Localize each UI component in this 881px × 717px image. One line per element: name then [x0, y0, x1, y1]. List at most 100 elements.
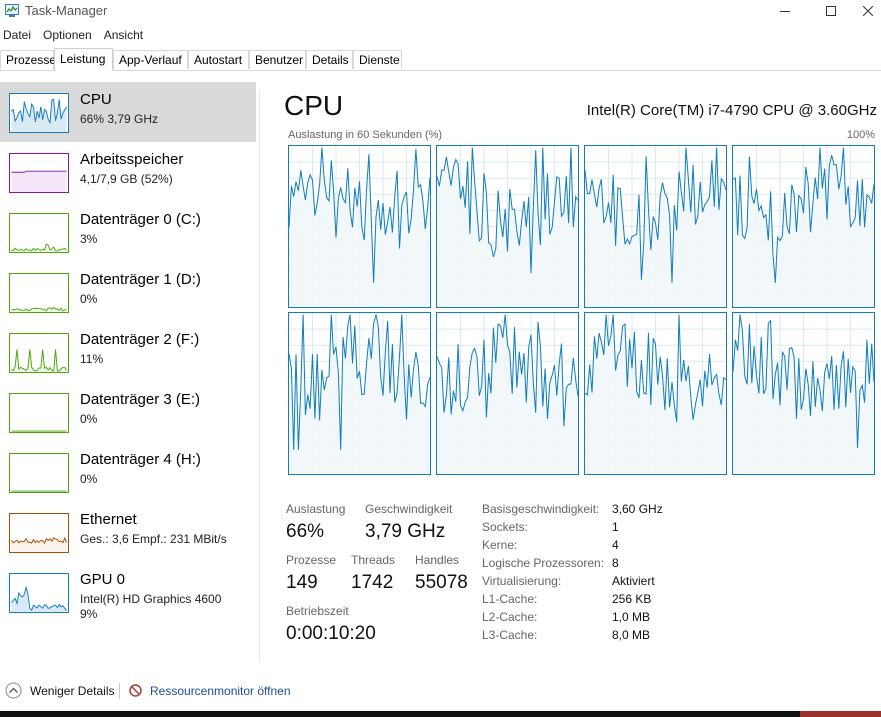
- tab-dienste[interactable]: Dienste: [353, 50, 402, 69]
- sidebar-item-datentraeger-3[interactable]: Datenträger 3 (E:) 0%: [0, 382, 256, 442]
- thumbnail-plot: [11, 430, 67, 432]
- core-graph-0: [288, 145, 431, 308]
- sidebar-item-name: GPU 0: [80, 571, 126, 588]
- core-graph-2: [584, 145, 727, 308]
- sidebar-item-datentraeger-1[interactable]: Datenträger 1 (D:) 0%: [0, 262, 256, 322]
- sidebar-item-name: Datenträger 4 (H:): [80, 451, 201, 468]
- detail-label: Logische Prozessoren:: [482, 556, 605, 570]
- thumbnail-plot: [11, 490, 67, 492]
- menu-bar: Datei Optionen Ansicht: [0, 24, 152, 46]
- sidebar-item-name: Datenträger 3 (E:): [80, 391, 201, 408]
- sidebar-item-datentraeger-4[interactable]: Datenträger 4 (H:) 0%: [0, 442, 256, 502]
- maximize-button[interactable]: [808, 0, 854, 22]
- sidebar-item-name: Arbeitsspeicher: [80, 151, 184, 168]
- close-button[interactable]: [854, 0, 881, 22]
- sidebar-thumbnail-graph: [9, 213, 69, 253]
- sidebar-item-name: Datenträger 0 (C:): [80, 211, 201, 228]
- threads-label: Threads: [351, 553, 396, 567]
- detail-label: Virtualisierung:: [482, 574, 562, 588]
- resource-list: CPU 66% 3,79 GHz Arbeitsspeicher 4,1/7,9 GB…: [0, 71, 258, 663]
- sidebar-item-detail: 0%: [80, 472, 98, 486]
- core-plot: [733, 313, 874, 474]
- thumbnail-line: [11, 243, 67, 252]
- tab-details[interactable]: Details: [306, 50, 353, 69]
- sidebar-thumbnail-graph: [9, 273, 69, 313]
- processes-label: Prozesse: [286, 553, 337, 567]
- core-plot: [733, 146, 874, 307]
- sidebar-divider: [259, 90, 260, 662]
- utilization-value: 66%: [286, 521, 325, 542]
- core-graph-4: [288, 312, 431, 475]
- collapse-up-icon[interactable]: [5, 682, 22, 699]
- sidebar-item-name: Datenträger 1 (D:): [80, 271, 201, 288]
- fewer-details-link[interactable]: Weniger Details: [30, 684, 114, 698]
- resource-monitor-icon: [129, 684, 142, 697]
- menu-optionen[interactable]: Optionen: [40, 24, 95, 46]
- sidebar-item-detail: Ges.: 3,6 Empf.: 231 MBit/s: [80, 532, 227, 546]
- thumbnail-plot: [11, 170, 67, 192]
- core-plot: [289, 146, 430, 307]
- detail-value: Aktiviert: [612, 574, 655, 588]
- detail-label: Kerne:: [482, 538, 518, 552]
- thumbnail-area: [11, 587, 67, 612]
- processes-value: 149: [286, 572, 318, 593]
- sidebar-item-gpu-0[interactable]: GPU 0 Intel(R) HD Graphics 4600 9%: [0, 562, 256, 622]
- page-title: CPU: [284, 90, 344, 121]
- detail-value: 4: [612, 538, 619, 552]
- menu-datei[interactable]: Datei: [0, 24, 34, 46]
- sidebar-item-detail: 0%: [80, 412, 98, 426]
- maximize-icon: [826, 6, 836, 16]
- uptime-value: 0:00:10:20: [286, 623, 376, 644]
- footer: Weniger Details Ressourcenmonitor öffnen: [0, 675, 881, 705]
- taskbar-accent: [800, 711, 881, 717]
- sidebar-item-name: Ethernet: [80, 511, 137, 528]
- core-plot: [585, 146, 726, 307]
- minimize-icon: [780, 11, 790, 12]
- title-bar: Task-Manager: [0, 0, 881, 22]
- core-graph-6: [584, 312, 727, 475]
- detail-value: 8: [612, 556, 619, 570]
- core-graph-7: [732, 312, 875, 475]
- core-graph-1: [436, 145, 579, 308]
- detail-value: 1: [612, 520, 619, 534]
- handles-value: 55078: [415, 572, 468, 593]
- tab-app-verlauf[interactable]: App-Verlauf: [113, 50, 188, 69]
- detail-value: 1,0 MB: [612, 610, 651, 624]
- sidebar-thumbnail-graph: [9, 453, 69, 493]
- handles-label: Handles: [415, 553, 460, 567]
- thumbnail-plot: [11, 306, 67, 312]
- thumbnail-plot: [11, 536, 67, 552]
- taskbar-edge: [0, 711, 881, 717]
- sidebar-item-datentraeger-0[interactable]: Datenträger 0 (C:) 3%: [0, 202, 256, 262]
- tab-autostart[interactable]: Autostart: [188, 50, 249, 69]
- task-manager-icon: [5, 4, 19, 17]
- resource-monitor-link[interactable]: Ressourcenmonitor öffnen: [150, 684, 291, 698]
- sidebar-item-arbeitsspeicher[interactable]: Arbeitsspeicher 4,1/7,9 GB (52%): [0, 142, 256, 202]
- core-plot: [289, 313, 430, 474]
- graph-max-label: 100%: [846, 129, 875, 141]
- detail-label: L1-Cache:: [482, 592, 538, 606]
- tab-leistung[interactable]: Leistung: [54, 48, 113, 71]
- detail-value: 3,60 GHz: [612, 502, 663, 516]
- sidebar-item-detail: Intel(R) HD Graphics 4600 9%: [80, 592, 222, 621]
- graph-label: Auslastung in 60 Sekunden (%): [288, 129, 443, 141]
- tab-benutzer[interactable]: Benutzer: [249, 50, 306, 69]
- thumbnail-plot: [11, 243, 67, 252]
- sidebar-item-detail: 4,1/7,9 GB (52%): [80, 172, 173, 186]
- sidebar-item-detail: 11%: [80, 352, 104, 366]
- sidebar-item-name: CPU: [80, 91, 112, 108]
- sidebar-item-name: Datenträger 2 (F:): [80, 331, 200, 348]
- sidebar-item-datentraeger-2[interactable]: Datenträger 2 (F:) 11%: [0, 322, 256, 382]
- minimize-button[interactable]: [762, 0, 808, 22]
- detail-label: L3-Cache:: [482, 628, 538, 642]
- detail-label: Sockets:: [482, 520, 529, 534]
- footer-divider: [119, 683, 120, 699]
- utilization-label: Auslastung: [286, 502, 346, 516]
- sidebar-item-detail: 66% 3,79 GHz: [80, 112, 159, 126]
- menu-ansicht[interactable]: Ansicht: [101, 24, 146, 46]
- sidebar-item-ethernet[interactable]: Ethernet Ges.: 3,6 Empf.: 231 MBit/s: [0, 502, 256, 562]
- sidebar-item-detail: 0%: [80, 292, 98, 306]
- sidebar-thumbnail-graph: [9, 333, 69, 373]
- sidebar-item-cpu[interactable]: CPU 66% 3,79 GHz: [0, 82, 256, 142]
- tab-prozesse[interactable]: Prozesse: [0, 50, 56, 69]
